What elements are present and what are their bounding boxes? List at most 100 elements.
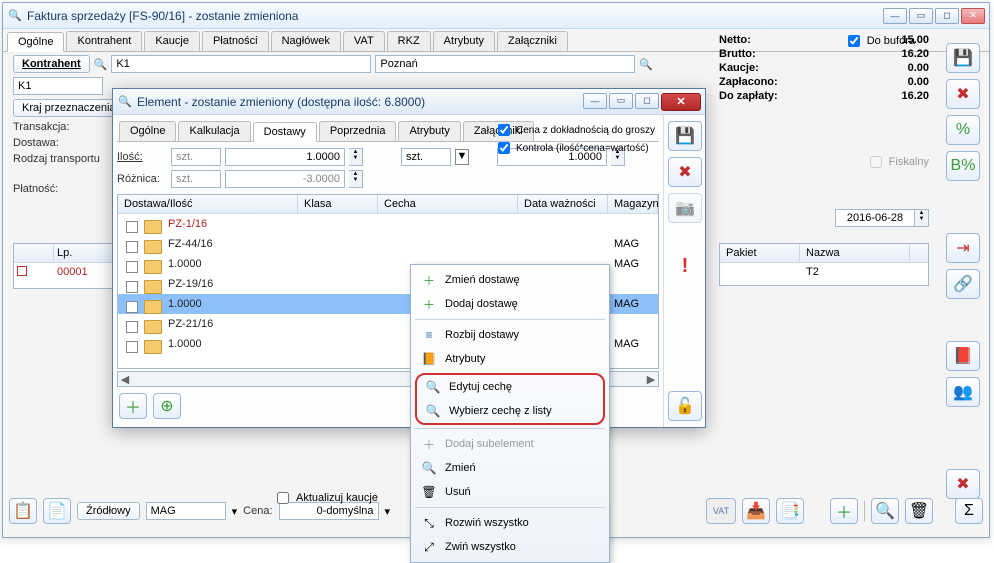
- main-right-toolbar: 💾 ✖ % B% ⇥ 🔗 📕 👥 ✖: [943, 43, 983, 499]
- bottom-icon-2[interactable]: 📄: [43, 498, 71, 524]
- plus-green-icon: ＋: [421, 272, 437, 288]
- menu-zwin[interactable]: ⤢ Zwiń wszystko: [413, 535, 607, 559]
- dtab-atrybuty[interactable]: Atrybuty: [398, 121, 460, 141]
- ilosc-unit[interactable]: [171, 148, 221, 166]
- save-button[interactable]: 💾: [946, 43, 980, 73]
- tab-vat[interactable]: VAT: [343, 31, 385, 51]
- dlg-delete[interactable]: ✖: [668, 157, 702, 187]
- magnifier-icon: 🔍: [421, 460, 437, 476]
- platnosc-label: Płatność:: [13, 183, 58, 195]
- menu-dodaj-dostawe[interactable]: ＋ Dodaj dostawę: [413, 292, 607, 316]
- aktualizuj-check[interactable]: Aktualizuj kaucje: [273, 489, 378, 507]
- menu-edytuj-ceche[interactable]: 🔍 Edytuj cechę: [417, 375, 603, 399]
- dialog-maximize[interactable]: ◻: [635, 93, 659, 109]
- unit-dropdown-icon[interactable]: ▼: [455, 149, 469, 165]
- chk-kontrola[interactable]: Kontrola (ilość*cena=wartość): [494, 139, 655, 157]
- tree-row[interactable]: PZ-1/16: [118, 214, 658, 234]
- bx-button[interactable]: B%: [946, 151, 980, 181]
- ilosc-spinner[interactable]: ▲▼: [349, 148, 363, 166]
- chk-cena[interactable]: Cena z dokładnością do groszy: [494, 121, 655, 139]
- dtab-ogolne[interactable]: Ogólne: [119, 121, 176, 141]
- date-input[interactable]: [835, 209, 915, 227]
- tab-kaucje[interactable]: Kaucje: [144, 31, 200, 51]
- maximize-button[interactable]: ◻: [935, 8, 959, 24]
- tree-add-link[interactable]: ⊕: [153, 393, 181, 419]
- fiskalny-check[interactable]: Fiskalny: [866, 153, 929, 171]
- floppy-icon: 💾: [675, 126, 695, 146]
- menu-dodaj-sub: ＋ Dodaj subelement: [413, 432, 607, 456]
- tree-add[interactable]: ＋: [119, 393, 147, 419]
- bottom-add[interactable]: ＋: [830, 498, 858, 524]
- dlg-save[interactable]: 💾: [668, 121, 702, 151]
- highlighted-group: 🔍 Edytuj cechę 🔍 Wybierz cechę z listy: [415, 373, 605, 425]
- mag-input[interactable]: [146, 502, 226, 520]
- dlg-lock[interactable]: 🔓: [668, 391, 702, 421]
- ilosc-value[interactable]: [225, 148, 345, 166]
- dialog-icon: 🔍: [117, 94, 133, 110]
- tab-kontrahent[interactable]: Kontrahent: [66, 31, 142, 51]
- book-button[interactable]: 📕: [946, 341, 980, 371]
- dialog-restore[interactable]: ▭: [609, 93, 633, 109]
- warning-icon: !: [682, 255, 689, 278]
- vat-button[interactable]: VAT: [706, 498, 736, 524]
- bottom-search[interactable]: 🔍: [871, 498, 899, 524]
- menu-rozwin[interactable]: ⤡ Rozwiń wszystko: [413, 511, 607, 535]
- people-button[interactable]: 👥: [946, 377, 980, 407]
- tab-naglowek[interactable]: Nagłówek: [271, 31, 341, 51]
- book-icon: 📕: [953, 346, 973, 366]
- kontrahent-button[interactable]: Kontrahent: [13, 55, 90, 73]
- kontrahent-city-input[interactable]: [375, 55, 635, 73]
- rodzaj-label: Rodzaj transportu: [13, 153, 100, 165]
- export-icon: ⇥: [956, 238, 969, 258]
- menu-atrybuty[interactable]: 📙 Atrybuty: [413, 347, 607, 371]
- tab-rkz[interactable]: RKZ: [387, 31, 431, 51]
- bottom-trash[interactable]: 🗑: [905, 498, 933, 524]
- totals-panel: Netto:15.00 Brutto:16.20 Kaucje:0.00 Zap…: [719, 33, 929, 103]
- extra-unit[interactable]: [401, 148, 451, 166]
- plus-green-icon: ＋: [421, 296, 437, 312]
- zrodlowy-button[interactable]: Źródłowy: [77, 502, 140, 520]
- delete-button[interactable]: ✖: [946, 79, 980, 109]
- tab-platnosci[interactable]: Płatności: [202, 31, 269, 51]
- plus-grey-icon: ＋: [421, 436, 437, 452]
- bottom-icon-3[interactable]: 📥: [742, 498, 770, 524]
- people-icon: 👥: [953, 382, 973, 402]
- tree-row[interactable]: FZ-44/16MAG: [118, 234, 658, 254]
- tab-atrybuty[interactable]: Atrybuty: [433, 31, 495, 51]
- kraj-button[interactable]: Kraj przeznaczenia: [13, 99, 125, 117]
- tab-ogolne[interactable]: Ogólne: [7, 32, 64, 52]
- menu-zmien-dostawe[interactable]: ＋ Zmień dostawę: [413, 268, 607, 292]
- tab-zalaczniki[interactable]: Załączniki: [497, 31, 568, 51]
- restore-button[interactable]: ▭: [909, 8, 933, 24]
- menu-rozbij[interactable]: ≡ Rozbij dostawy: [413, 323, 607, 347]
- kontrahent-code-input[interactable]: [111, 55, 371, 73]
- ilosc-label: Ilość:: [117, 151, 167, 163]
- bottom-icon-1[interactable]: 📋: [9, 498, 37, 524]
- bottom-icon-4[interactable]: 📑: [776, 498, 804, 524]
- dlg-snapshot: 📷: [668, 193, 702, 223]
- date-spinner[interactable]: ▲▼: [915, 209, 929, 227]
- close-button[interactable]: ✕: [961, 8, 985, 24]
- menu-usun[interactable]: 🗑 Usuń: [413, 480, 607, 504]
- bx-icon: B%: [951, 157, 976, 175]
- export-button[interactable]: ⇥: [946, 233, 980, 263]
- element-dialog: 🔍 Element - zostanie zmieniony (dostępna…: [112, 88, 706, 428]
- dtab-kalkulacja[interactable]: Kalkulacja: [178, 121, 250, 141]
- trash-icon: 🗑: [421, 484, 437, 500]
- main-title: Faktura sprzedaży [FS-90/16] - zostanie …: [27, 9, 883, 23]
- dtab-dostawy[interactable]: Dostawy: [253, 122, 317, 142]
- dialog-minimize[interactable]: —: [583, 93, 607, 109]
- dialog-close[interactable]: ✕: [661, 93, 701, 111]
- link-button[interactable]: 🔗: [946, 269, 980, 299]
- kontrahent-code2-input[interactable]: [13, 77, 103, 95]
- dtab-poprzednia[interactable]: Poprzednia: [319, 121, 397, 141]
- bottom-sum[interactable]: Σ: [955, 498, 983, 524]
- dialog-titlebar: 🔍 Element - zostanie zmieniony (dostępna…: [113, 89, 705, 115]
- minimize-button[interactable]: —: [883, 8, 907, 24]
- menu-wybierz-ceche[interactable]: 🔍 Wybierz cechę z listy: [417, 399, 603, 423]
- magnifier-icon: 🔍: [425, 403, 441, 419]
- x-icon: ✖: [956, 84, 969, 104]
- percent-button[interactable]: %: [946, 115, 980, 145]
- menu-zmien[interactable]: 🔍 Zmień: [413, 456, 607, 480]
- dialog-side-toolbar: 💾 ✖ 📷 ! 🔓: [663, 115, 706, 427]
